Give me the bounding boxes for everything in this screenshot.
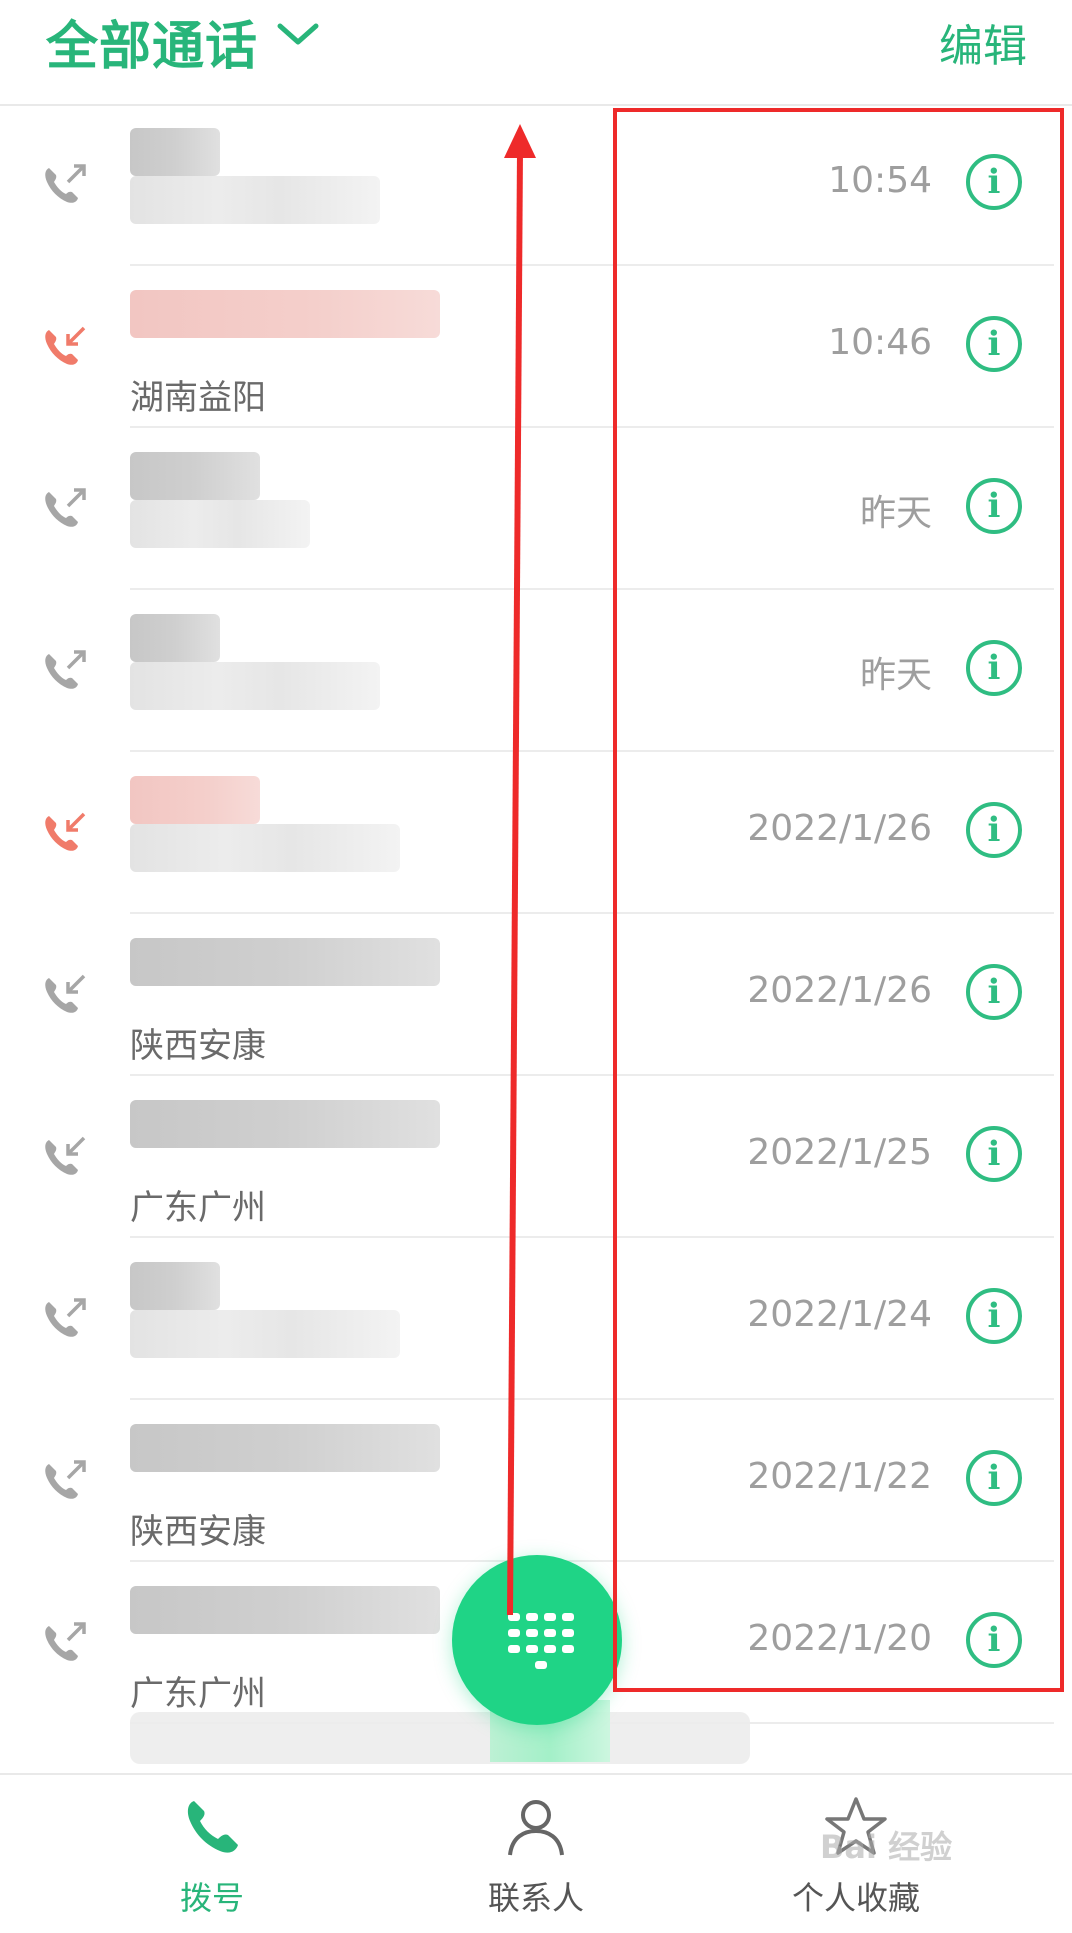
tab-contacts[interactable]: 联系人 xyxy=(436,1775,636,1933)
contact-name-blurred xyxy=(130,452,260,500)
phone-number-blurred xyxy=(130,1310,400,1358)
header: 全部通话 编辑 xyxy=(0,0,1072,106)
call-location: 广东广州 xyxy=(130,1188,266,1228)
phone-icon xyxy=(187,1801,238,1853)
dialpad-icon xyxy=(508,1613,574,1669)
contact-name-blurred xyxy=(130,1100,440,1148)
incoming-call-icon xyxy=(40,972,86,1018)
tab-contacts-label: 联系人 xyxy=(487,1879,584,1917)
contact-name-blurred xyxy=(130,614,220,662)
outgoing-call-icon xyxy=(40,1296,86,1342)
contact-name-blurred xyxy=(130,128,220,176)
incoming-call-icon xyxy=(40,810,86,856)
call-location: 陕西安康 xyxy=(130,1512,266,1552)
tab-favorites-label: 个人收藏 xyxy=(791,1879,920,1917)
outgoing-call-icon xyxy=(40,1458,86,1504)
outgoing-call-icon xyxy=(40,486,86,532)
outgoing-call-icon xyxy=(40,648,86,694)
phone-number-blurred xyxy=(130,500,310,548)
annotation-highlight-box xyxy=(613,108,1064,1692)
call-filter-title[interactable]: 全部通话 xyxy=(46,4,258,79)
contact-name-blurred xyxy=(130,1586,440,1634)
dialpad-button[interactable] xyxy=(452,1555,622,1725)
blurred-entry xyxy=(130,1712,750,1764)
phone-number-blurred xyxy=(130,824,400,872)
call-log-screen: 全部通话 编辑 10:54 i 湖南益阳 10:46 i 昨天 i 昨天 i 2022/1/26 i… xyxy=(0,0,1072,1933)
outgoing-call-icon xyxy=(40,162,86,208)
phone-number-blurred xyxy=(130,176,380,224)
call-location: 湖南益阳 xyxy=(130,378,266,418)
contact-name-blurred xyxy=(130,290,440,338)
edit-button[interactable]: 编辑 xyxy=(939,10,1027,74)
outgoing-call-icon xyxy=(40,1620,86,1666)
contact-name-blurred xyxy=(130,776,260,824)
incoming-call-icon xyxy=(40,324,86,370)
phone-number-blurred xyxy=(130,662,380,710)
contact-name-blurred xyxy=(130,1262,220,1310)
call-location: 广东广州 xyxy=(130,1674,266,1714)
chevron-down-icon[interactable] xyxy=(272,14,324,54)
incoming-call-icon xyxy=(40,1134,86,1180)
tab-dial[interactable]: 拨号 xyxy=(112,1775,312,1933)
watermark: Bai 经验 xyxy=(820,1828,953,1866)
person-icon xyxy=(508,1800,564,1856)
tab-dial-label: 拨号 xyxy=(179,1879,244,1917)
contact-name-blurred xyxy=(130,938,440,986)
contact-name-blurred xyxy=(130,1424,440,1472)
call-location: 陕西安康 xyxy=(130,1026,266,1066)
